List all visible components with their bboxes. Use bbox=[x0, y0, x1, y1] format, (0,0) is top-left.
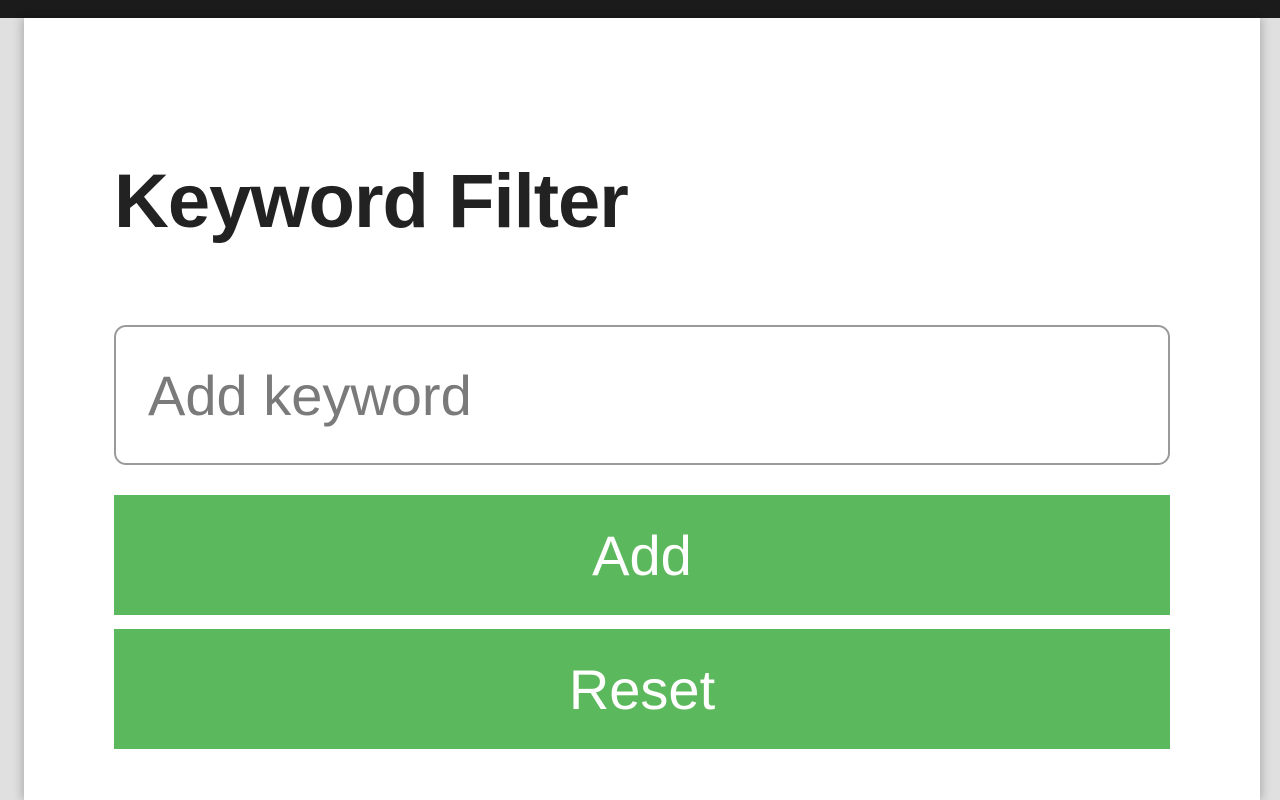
reset-button[interactable]: Reset bbox=[114, 629, 1170, 749]
panel-title: Keyword Filter bbox=[114, 158, 1170, 245]
add-button[interactable]: Add bbox=[114, 495, 1170, 615]
keyword-input[interactable] bbox=[114, 325, 1170, 465]
window-topbar bbox=[0, 0, 1280, 18]
keyword-filter-panel: Keyword Filter Add Reset bbox=[24, 18, 1260, 800]
